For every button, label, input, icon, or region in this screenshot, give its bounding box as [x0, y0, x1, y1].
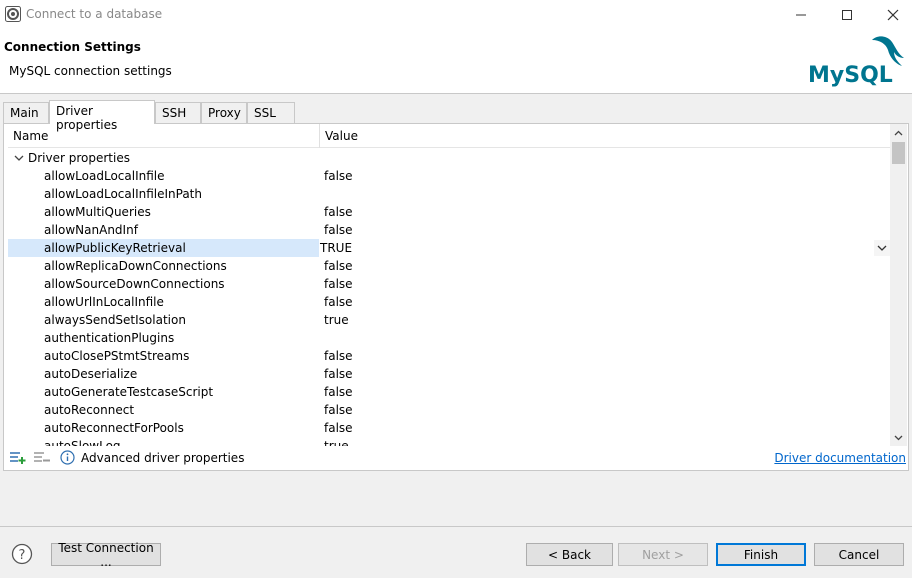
dialog-header: Connection Settings MySQL connection set… — [0, 30, 912, 94]
property-value[interactable]: true — [324, 313, 349, 327]
close-icon[interactable] — [878, 4, 908, 26]
column-value-header[interactable]: Value — [325, 129, 358, 143]
property-value[interactable]: false — [324, 169, 353, 183]
title-bar: Connect to a database — [0, 0, 912, 30]
minimize-icon[interactable] — [786, 4, 816, 26]
property-row[interactable]: allowNanAndInf false — [8, 221, 890, 239]
app-icon — [5, 6, 21, 22]
property-value[interactable]: false — [324, 385, 353, 399]
finish-button[interactable]: Finish — [716, 543, 806, 566]
button-bar-divider — [0, 526, 912, 527]
property-name: autoClosePStmtStreams — [44, 349, 190, 363]
scrollbar-thumb[interactable] — [892, 142, 905, 164]
property-name: autoSlowLog — [44, 439, 121, 446]
page-title: Connection Settings — [4, 40, 141, 54]
property-name: authenticationPlugins — [44, 331, 175, 345]
property-name: allowReplicaDownConnections — [44, 259, 227, 273]
svg-text:MySQL: MySQL — [808, 63, 893, 88]
property-name: autoReconnectForPools — [44, 421, 184, 435]
property-row[interactable]: autoSlowLog true — [8, 437, 890, 446]
tab-proxy[interactable]: Proxy — [201, 102, 247, 124]
driver-properties-panel: Name Value Driver properties allowLoadLo… — [3, 123, 909, 471]
property-row[interactable]: autoReconnect false — [8, 401, 890, 419]
property-name: autoReconnect — [44, 403, 135, 417]
property-row[interactable]: alwaysSendSetIsolation true — [8, 311, 890, 329]
property-value[interactable]: false — [324, 259, 353, 273]
property-name: allowSourceDownConnections — [44, 277, 225, 291]
property-row[interactable]: allowSourceDownConnections false — [8, 275, 890, 293]
test-connection-button[interactable]: Test Connection ... — [51, 541, 161, 569]
property-row[interactable]: allowReplicaDownConnections false — [8, 257, 890, 275]
page-subtitle: MySQL connection settings — [9, 64, 172, 78]
remove-property-icon[interactable] — [33, 451, 51, 465]
property-row[interactable]: authenticationPlugins — [8, 329, 890, 347]
property-value[interactable]: false — [324, 295, 353, 309]
properties-tree[interactable]: Driver properties allowLoadLocalInfile fa… — [8, 148, 890, 446]
driver-documentation-link[interactable]: Driver documentation — [774, 451, 906, 465]
property-name: allowUrlInLocalInfile — [44, 295, 164, 309]
svg-text:?: ? — [19, 548, 26, 563]
property-value[interactable]: false — [324, 277, 353, 291]
column-name-header[interactable]: Name — [13, 129, 48, 143]
chevron-down-icon[interactable] — [13, 152, 25, 164]
next-button[interactable]: Next > — [618, 543, 708, 566]
tab-ssl[interactable]: SSL — [247, 102, 295, 124]
property-name: alwaysSendSetIsolation — [44, 313, 186, 327]
mysql-logo: MySQL — [808, 36, 904, 88]
property-row[interactable]: autoDeserialize false — [8, 365, 890, 383]
property-name: autoGenerateTestcaseScript — [44, 385, 214, 399]
scroll-down-icon[interactable] — [890, 429, 907, 446]
property-row[interactable]: allowMultiQueries false — [8, 203, 890, 221]
help-icon[interactable]: ? — [11, 543, 33, 565]
panel-footer: Advanced driver properties Driver docume… — [4, 446, 908, 470]
property-row[interactable]: allowUrlInLocalInfile false — [8, 293, 890, 311]
property-row[interactable]: allowLoadLocalInfileInPath — [8, 185, 890, 203]
table-header: Name Value — [8, 124, 890, 148]
property-value[interactable]: false — [324, 223, 353, 237]
info-icon — [60, 450, 75, 465]
property-name: allowNanAndInf — [44, 223, 138, 237]
property-value[interactable]: false — [324, 349, 353, 363]
property-row[interactable]: allowPublicKeyRetrieval TRUE — [8, 239, 890, 257]
tree-group-row[interactable]: Driver properties — [8, 149, 890, 167]
property-name: allowMultiQueries — [44, 205, 151, 219]
property-name: allowLoadLocalInfile — [44, 169, 165, 183]
tab-driver-properties[interactable]: Driver properties — [49, 100, 155, 132]
window-title: Connect to a database — [26, 7, 163, 21]
add-property-icon[interactable] — [9, 451, 27, 465]
cancel-button[interactable]: Cancel — [814, 543, 904, 566]
property-name: autoDeserialize — [44, 367, 138, 381]
column-divider[interactable] — [319, 124, 320, 148]
property-row[interactable]: autoClosePStmtStreams false — [8, 347, 890, 365]
property-row[interactable]: autoReconnectForPools false — [8, 419, 890, 437]
property-value[interactable]: true — [324, 439, 349, 446]
property-name: allowPublicKeyRetrieval — [44, 241, 186, 255]
property-row[interactable]: allowLoadLocalInfile false — [8, 167, 890, 185]
vertical-scrollbar[interactable] — [890, 124, 907, 446]
back-button[interactable]: < Back — [526, 543, 613, 566]
property-value[interactable]: false — [324, 367, 353, 381]
property-value[interactable]: false — [324, 403, 353, 417]
property-value[interactable]: TRUE — [320, 241, 352, 255]
scroll-up-icon[interactable] — [890, 124, 907, 141]
group-label: Driver properties — [28, 151, 130, 165]
maximize-icon[interactable] — [832, 4, 862, 26]
property-name: allowLoadLocalInfileInPath — [44, 187, 202, 201]
tab-ssh[interactable]: SSH — [155, 102, 201, 124]
property-value[interactable]: false — [324, 421, 353, 435]
tab-main[interactable]: Main — [3, 102, 49, 124]
property-value[interactable]: false — [324, 205, 353, 219]
property-row[interactable]: autoGenerateTestcaseScript false — [8, 383, 890, 401]
advanced-properties-label: Advanced driver properties — [81, 451, 245, 465]
chevron-down-icon[interactable] — [874, 240, 890, 256]
